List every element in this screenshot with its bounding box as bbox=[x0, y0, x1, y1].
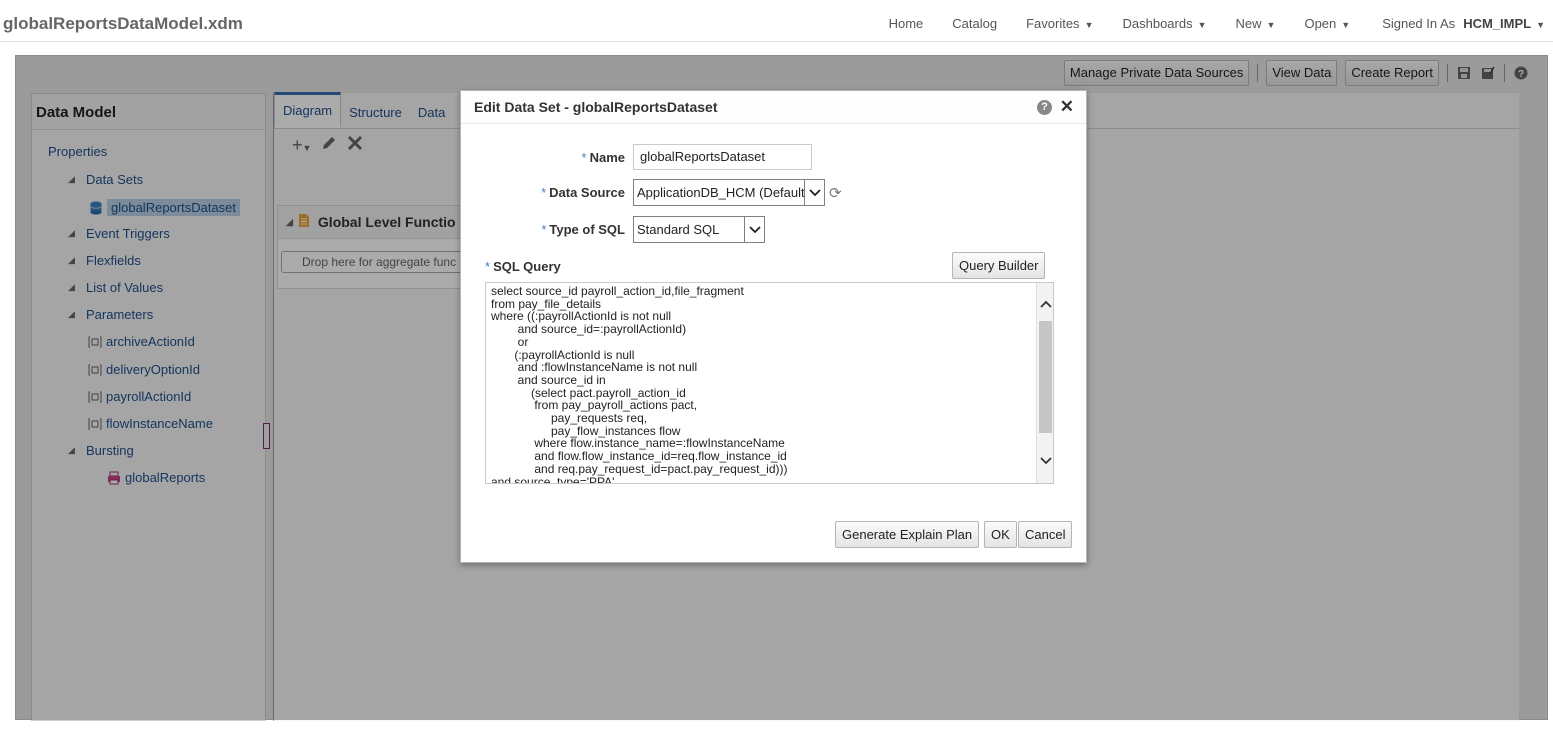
chevron-down-icon: ▼ bbox=[1536, 20, 1545, 30]
sql-query-label-text: SQL Query bbox=[493, 259, 561, 274]
global-nav: Home Catalog Favorites ▼ Dashboards ▼ New ▼… bbox=[860, 16, 1545, 31]
required-marker: * bbox=[485, 259, 491, 274]
chevron-down-icon bbox=[804, 180, 824, 205]
data-source-label-text: Data Source bbox=[549, 185, 625, 200]
data-source-value: ApplicationDB_HCM (Default) bbox=[637, 185, 809, 200]
app-title: globalReportsDataModel.xdm bbox=[3, 14, 243, 33]
nav-dashboards-label: Dashboards bbox=[1122, 16, 1193, 31]
chevron-down-icon[interactable] bbox=[1037, 452, 1053, 469]
nav-catalog-label: Catalog bbox=[952, 16, 998, 31]
dialog-title: Edit Data Set - globalReportsDataset bbox=[474, 99, 718, 115]
nav-home-label: Home bbox=[888, 16, 924, 31]
chevron-down-icon bbox=[744, 217, 764, 242]
required-marker: * bbox=[541, 185, 547, 200]
chevron-up-icon[interactable] bbox=[1037, 295, 1053, 312]
name-row: * Name globalReportsDataset bbox=[461, 144, 812, 170]
ok-button[interactable]: OK bbox=[984, 521, 1017, 548]
sql-type-row: * Type of SQL Standard SQL bbox=[461, 216, 765, 243]
close-icon[interactable]: ✕ bbox=[1060, 97, 1074, 117]
data-source-label: * Data Source bbox=[461, 185, 625, 200]
chevron-down-icon: ▼ bbox=[1197, 20, 1207, 30]
sql-query-textarea[interactable]: select source_id payroll_action_id,file_… bbox=[485, 282, 1054, 484]
sql-type-label: * Type of SQL bbox=[461, 222, 625, 237]
generate-explain-plan-button[interactable]: Generate Explain Plan bbox=[835, 521, 980, 548]
vertical-scrollbar[interactable] bbox=[1036, 283, 1053, 483]
dialog-header: Edit Data Set - globalReportsDataset ? ✕ bbox=[461, 91, 1086, 124]
data-source-row: * Data Source ApplicationDB_HCM (Default)… bbox=[461, 179, 842, 206]
nav-home[interactable]: Home bbox=[889, 16, 924, 31]
data-source-select[interactable]: ApplicationDB_HCM (Default) bbox=[633, 179, 825, 206]
required-marker: * bbox=[541, 222, 547, 237]
edit-data-set-dialog: Edit Data Set - globalReportsDataset ? ✕… bbox=[460, 90, 1087, 563]
refresh-icon[interactable]: ⟳ bbox=[829, 184, 842, 202]
cancel-button[interactable]: Cancel bbox=[1018, 521, 1073, 548]
nav-dashboards[interactable]: Dashboards ▼ bbox=[1122, 16, 1206, 31]
user-menu[interactable]: HCM_IMPL ▼ bbox=[1463, 16, 1545, 31]
nav-favorites-label: Favorites bbox=[1026, 16, 1080, 31]
sql-type-label-text: Type of SQL bbox=[549, 222, 625, 237]
nav-new[interactable]: New ▼ bbox=[1236, 16, 1276, 31]
sql-query-label: * SQL Query bbox=[485, 259, 561, 274]
chevron-down-icon: ▼ bbox=[1266, 20, 1276, 30]
chevron-down-icon: ▼ bbox=[1341, 20, 1351, 30]
nav-open[interactable]: Open ▼ bbox=[1304, 16, 1350, 31]
name-label-text: Name bbox=[589, 149, 625, 165]
name-input[interactable]: globalReportsDataset bbox=[633, 144, 812, 170]
sql-type-value: Standard SQL bbox=[637, 222, 720, 237]
nav-new-label: New bbox=[1235, 16, 1262, 31]
help-icon[interactable]: ? bbox=[1037, 100, 1052, 115]
scrollbar-thumb[interactable] bbox=[1039, 321, 1052, 433]
user-name: HCM_IMPL bbox=[1463, 16, 1532, 31]
nav-open-label: Open bbox=[1304, 16, 1337, 31]
name-label: * Name bbox=[461, 150, 625, 165]
top-header: globalReportsDataModel.xdm Home Catalog … bbox=[0, 0, 1553, 42]
sql-type-select[interactable]: Standard SQL bbox=[633, 216, 765, 243]
required-marker: * bbox=[581, 149, 587, 165]
nav-catalog[interactable]: Catalog bbox=[952, 16, 997, 31]
signed-in-label: Signed In As bbox=[1382, 16, 1456, 31]
query-builder-button[interactable]: Query Builder bbox=[952, 252, 1046, 279]
sql-query-text: select source_id payroll_action_id,file_… bbox=[491, 285, 788, 483]
chevron-down-icon: ▼ bbox=[1084, 20, 1094, 30]
nav-favorites[interactable]: Favorites ▼ bbox=[1026, 16, 1093, 31]
